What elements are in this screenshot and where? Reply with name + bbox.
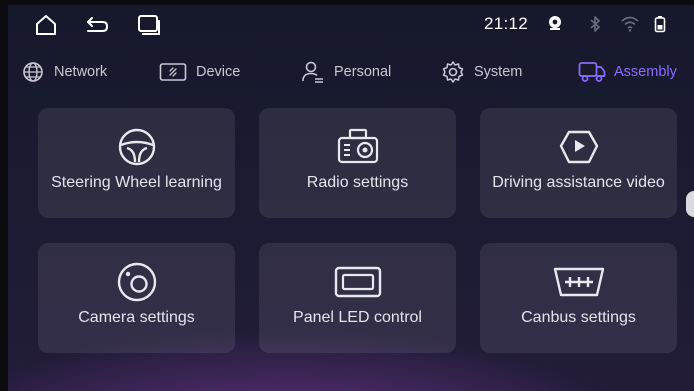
gear-icon [440,60,466,84]
home-icon[interactable] [32,13,60,37]
tile-label: Panel LED control [293,309,422,326]
person-icon [300,60,326,84]
device-icon [158,60,188,84]
tile-radio-settings[interactable]: Radio settings [259,108,456,218]
status-bar: 21:12 [8,5,694,45]
battery-icon [651,14,669,34]
tab-assembly-label: Assembly [614,64,677,80]
tile-canbus-settings[interactable]: Canbus settings [480,243,677,353]
globe-icon [20,60,46,84]
camera-icon [115,262,159,302]
steering-wheel-icon [117,128,157,166]
truck-icon [578,60,606,84]
clock: 21:12 [484,14,529,33]
tab-assembly[interactable]: Assembly [578,57,677,87]
location-icon [546,14,564,34]
tab-device-label: Device [196,64,241,80]
tile-label: Driving assistance video [492,174,665,191]
tile-label: Camera settings [78,309,195,326]
tile-label: Canbus settings [521,309,636,326]
tab-device[interactable]: Device [158,57,240,87]
tile-driving-assistance-video[interactable]: Driving assistance video [480,108,677,218]
tab-system[interactable]: System [440,57,522,87]
tab-personal-label: Personal [334,64,392,80]
wifi-icon [621,14,639,34]
settings-tabs: Network Device Personal System Assembly [8,53,694,93]
tile-panel-led-control[interactable]: Panel LED control [259,243,456,353]
tile-label: Steering Wheel learning [51,174,222,191]
bluetooth-icon [586,14,604,34]
tile-label: Radio settings [306,174,409,191]
back-icon[interactable] [83,13,111,37]
tab-personal[interactable]: Personal [300,57,391,87]
play-video-icon [557,128,601,166]
tab-network[interactable]: Network [20,57,107,87]
tile-steering-wheel-learning[interactable]: Steering Wheel learning [38,108,235,218]
radio-icon [336,128,380,166]
settings-screen: 21:12 Network Device Personal System Ass… [8,5,694,391]
tab-system-label: System [474,64,523,80]
led-panel-icon [333,263,383,301]
tile-camera-settings[interactable]: Camera settings [38,243,235,353]
side-panel-handle[interactable] [686,191,694,217]
tab-network-label: Network [54,64,108,80]
recents-icon[interactable] [135,13,163,37]
canbus-icon [552,263,606,301]
